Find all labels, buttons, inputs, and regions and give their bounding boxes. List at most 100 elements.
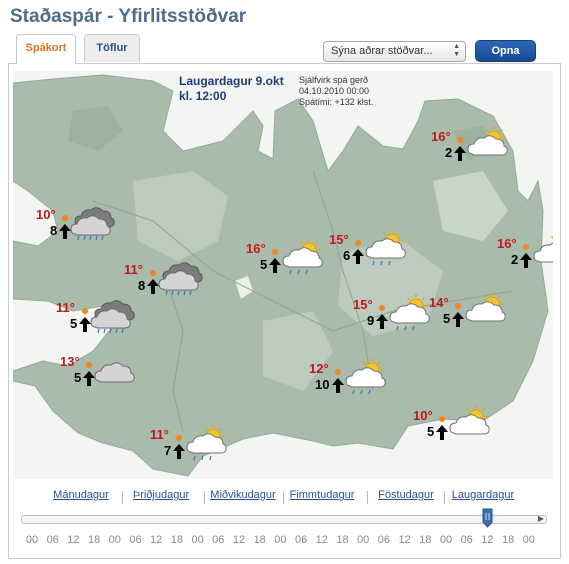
day-separator bbox=[204, 491, 205, 504]
sun-cloud-rain-icon bbox=[282, 238, 323, 275]
hour-tick[interactable]: 06 bbox=[373, 534, 395, 546]
station-temperature: 11° bbox=[150, 427, 169, 442]
hour-tick[interactable]: 06 bbox=[456, 534, 478, 546]
station-temperature: 16° bbox=[497, 236, 517, 251]
station-location-dot bbox=[176, 435, 182, 441]
sun-cloud-rain-icon bbox=[186, 424, 227, 461]
station-location-dot bbox=[150, 270, 156, 276]
station-marker[interactable]: 15° 6 bbox=[329, 229, 449, 294]
hour-tick[interactable]: 06 bbox=[125, 534, 147, 546]
hour-tick[interactable]: 06 bbox=[207, 534, 229, 546]
station-location-dot bbox=[62, 215, 68, 221]
station-wind-speed: 10 bbox=[315, 377, 330, 392]
station-wind-speed: 2 bbox=[445, 145, 453, 160]
sun-cloud-icon bbox=[449, 405, 490, 435]
station-location-dot bbox=[272, 249, 278, 255]
station-location-dot bbox=[82, 308, 88, 314]
sun-cloud-rain-icon bbox=[365, 229, 406, 266]
hour-tick[interactable]: 12 bbox=[394, 534, 416, 546]
forecast-info-leadtime: Spátími: +132 klst. bbox=[299, 97, 374, 107]
hour-tick[interactable]: 18 bbox=[249, 534, 271, 546]
rain-cloud-icon bbox=[90, 300, 135, 334]
hour-tick[interactable]: 18 bbox=[414, 534, 436, 546]
hour-tick[interactable]: 18 bbox=[332, 534, 354, 546]
hour-tick[interactable]: 00 bbox=[21, 534, 43, 546]
day-separator bbox=[283, 491, 284, 504]
page-title: Staðaspár - Yfirlitsstöðvar bbox=[10, 6, 247, 27]
station-marker[interactable]: 10° 5 bbox=[413, 405, 533, 470]
station-marker[interactable]: 12° 10 bbox=[309, 358, 429, 423]
station-location-dot bbox=[355, 240, 361, 246]
day-link[interactable]: Miðvikudagur bbox=[203, 489, 283, 501]
hour-tick[interactable]: 12 bbox=[145, 534, 167, 546]
select-arrows-icon: ▲ ▼ bbox=[453, 43, 460, 58]
day-separator bbox=[122, 491, 123, 504]
station-temperature: 14° bbox=[429, 295, 449, 310]
forecast-date: Laugardagur 9.okt kl. 12:00 bbox=[179, 74, 284, 104]
hour-tick[interactable]: 00 bbox=[435, 534, 457, 546]
station-select[interactable]: Sýna aðrar stöðvar... ▲ ▼ bbox=[323, 41, 466, 62]
rain-cloud-icon bbox=[158, 262, 203, 296]
station-marker[interactable]: 16° 2 bbox=[497, 235, 553, 298]
station-wind-speed: 2 bbox=[511, 252, 519, 267]
station-marker[interactable]: 11° 7 bbox=[150, 424, 270, 479]
station-wind-speed: 8 bbox=[138, 278, 146, 293]
station-location-dot bbox=[457, 137, 463, 143]
slider-right-button[interactable]: ▶ bbox=[534, 512, 548, 526]
time-slider-track[interactable] bbox=[21, 515, 547, 524]
station-temperature: 16° bbox=[246, 241, 266, 256]
hour-tick[interactable]: 06 bbox=[42, 534, 64, 546]
sun-cloud-icon bbox=[533, 235, 553, 263]
day-link[interactable]: Fimmtudagur bbox=[282, 489, 362, 501]
hour-tick[interactable]: 12 bbox=[62, 534, 84, 546]
station-wind-speed: 5 bbox=[443, 311, 451, 326]
hour-tick[interactable]: 12 bbox=[476, 534, 498, 546]
rain-cloud-icon bbox=[70, 207, 115, 241]
station-temperature: 13° bbox=[60, 354, 80, 369]
open-button[interactable]: Opna bbox=[475, 40, 536, 62]
hour-tick[interactable]: 18 bbox=[166, 534, 188, 546]
time-slider-panel: Mánudagur Þriðjudagur Miðvikudagur Fimmtuda… bbox=[13, 483, 553, 559]
sun-cloud-rain-icon bbox=[389, 294, 430, 331]
hour-tick[interactable]: 00 bbox=[104, 534, 126, 546]
day-link[interactable]: Föstudagur bbox=[366, 489, 446, 501]
station-temperature: 11° bbox=[124, 262, 143, 277]
station-temperature: 11° bbox=[56, 300, 75, 315]
hour-tick[interactable]: 18 bbox=[83, 534, 105, 546]
station-temperature: 15° bbox=[353, 297, 373, 312]
station-temperature: 16° bbox=[431, 129, 451, 144]
hour-tick[interactable]: 18 bbox=[497, 534, 519, 546]
day-link[interactable]: Laugardagur bbox=[443, 489, 523, 501]
station-temperature: 15° bbox=[329, 232, 349, 247]
day-link[interactable]: Mánudagur bbox=[41, 489, 121, 501]
station-select-value: Sýna aðrar stöðvar... bbox=[331, 45, 433, 57]
station-location-dot bbox=[379, 305, 385, 311]
hour-tick[interactable]: 12 bbox=[228, 534, 250, 546]
hour-tick[interactable]: 06 bbox=[290, 534, 312, 546]
station-marker[interactable]: 13° 5 bbox=[60, 354, 180, 416]
slider-handle[interactable] bbox=[482, 508, 493, 528]
hour-tick[interactable]: 00 bbox=[518, 534, 540, 546]
station-wind-speed: 7 bbox=[164, 443, 172, 458]
station-marker[interactable]: 16° 2 bbox=[431, 126, 551, 191]
tab-spakort[interactable]: Spákort bbox=[16, 34, 76, 64]
station-wind-speed: 5 bbox=[70, 316, 78, 331]
day-link[interactable]: Þriðjudagur bbox=[121, 489, 201, 501]
station-marker[interactable]: 14° 5 bbox=[429, 292, 549, 357]
forecast-map[interactable]: Laugardagur 9.okt kl. 12:00 Sjálfvirk sp… bbox=[13, 71, 553, 479]
forecast-info-created: Sjálfvirk spá gerð bbox=[299, 75, 369, 85]
station-wind-speed: 9 bbox=[367, 313, 375, 328]
day-separator bbox=[367, 491, 368, 504]
forecast-date-time: kl. 12:00 bbox=[179, 89, 227, 103]
hour-tick[interactable]: 12 bbox=[311, 534, 333, 546]
station-marker[interactable]: 10° 8 bbox=[36, 207, 156, 269]
tab-toflur[interactable]: Töflur bbox=[84, 34, 140, 62]
hour-tick[interactable]: 00 bbox=[352, 534, 374, 546]
hour-tick[interactable]: 00 bbox=[269, 534, 291, 546]
sun-cloud-rain-icon bbox=[345, 358, 386, 395]
station-temperature: 10° bbox=[413, 408, 433, 423]
station-wind-speed: 5 bbox=[427, 424, 435, 439]
station-wind-speed: 5 bbox=[260, 257, 268, 272]
cloud-icon bbox=[94, 362, 135, 383]
hour-tick[interactable]: 00 bbox=[187, 534, 209, 546]
